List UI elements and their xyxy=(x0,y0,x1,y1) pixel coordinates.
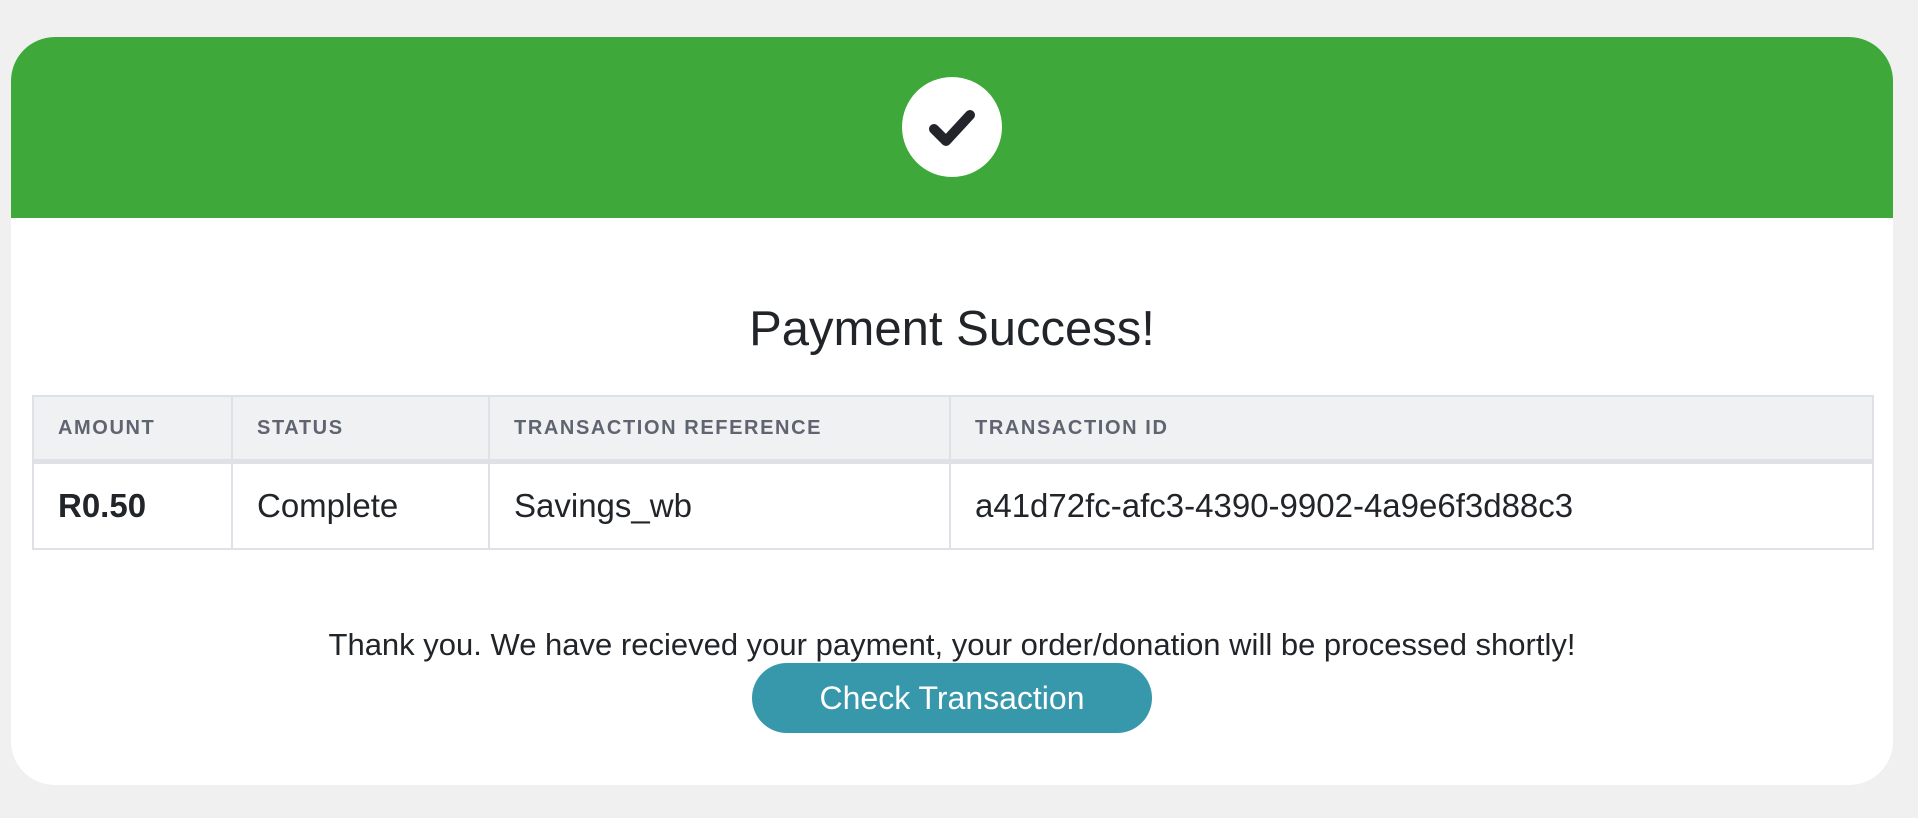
checkmark-icon xyxy=(929,110,975,146)
table-row: R0.50 Complete Savings_wb a41d72fc-afc3-… xyxy=(32,460,1874,550)
confirmation-message: Thank you. We have recieved your payment… xyxy=(328,627,1576,662)
success-badge xyxy=(902,77,1002,177)
check-transaction-button[interactable]: Check Transaction xyxy=(752,663,1152,733)
column-header-status: STATUS xyxy=(231,395,490,464)
transaction-table: AMOUNT STATUS TRANSACTION REFERENCE TRAN… xyxy=(32,395,1874,550)
column-header-transaction-id: TRANSACTION ID xyxy=(949,395,1874,464)
success-banner xyxy=(11,37,1893,218)
column-header-transaction-reference: TRANSACTION REFERENCE xyxy=(488,395,951,464)
page-title: Payment Success! xyxy=(749,302,1155,356)
table-header-row: AMOUNT STATUS TRANSACTION REFERENCE TRAN… xyxy=(32,395,1874,464)
amount-cell: R0.50 xyxy=(32,460,233,550)
transaction-id-cell: a41d72fc-afc3-4390-9902-4a9e6f3d88c3 xyxy=(949,460,1874,550)
payment-success-card: Payment Success! AMOUNT STATUS TRANSACTI… xyxy=(11,37,1893,785)
column-header-amount: AMOUNT xyxy=(32,395,233,464)
transaction-reference-cell: Savings_wb xyxy=(488,460,951,550)
status-cell: Complete xyxy=(231,460,490,550)
transaction-table-container: AMOUNT STATUS TRANSACTION REFERENCE TRAN… xyxy=(32,395,1874,550)
